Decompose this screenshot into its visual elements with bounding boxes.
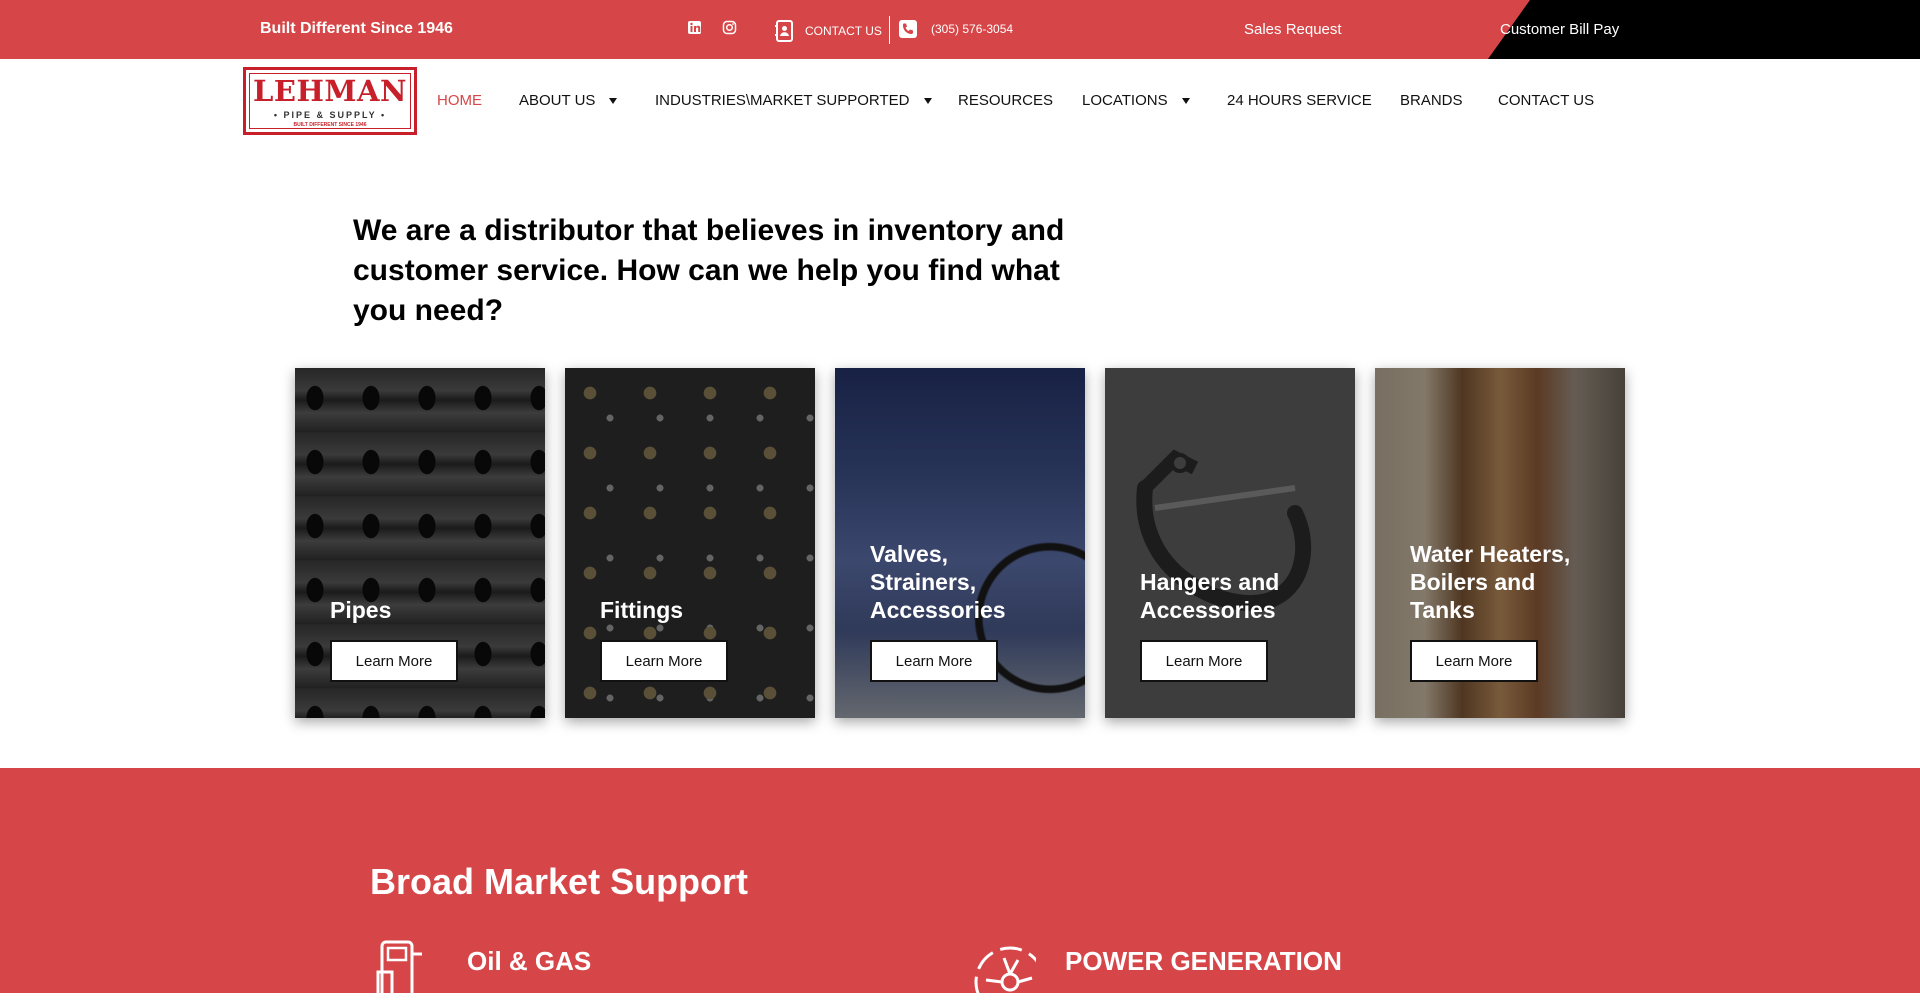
customer-bill-pay-link[interactable]: Customer Bill Pay [1500,21,1619,38]
nav-locations[interactable]: LOCATIONS [1082,92,1190,109]
learn-more-button[interactable]: Learn More [1410,640,1538,682]
category-card-valves[interactable]: Valves, Strainers, Accessories Learn Mor… [835,368,1085,718]
market-support-section: Broad Market Support Oil & GAS POWER GEN… [0,768,1920,1000]
nav-24-hours-label: 24 HOURS SERVICE [1227,92,1372,109]
learn-more-button[interactable]: Learn More [870,640,998,682]
category-card-hangers[interactable]: Hangers and Accessories Learn More [1105,368,1355,718]
market-item-oil-gas[interactable]: Oil & GAS [467,946,591,977]
market-item-power-generation[interactable]: POWER GENERATION [1065,946,1342,977]
nav-resources-label: RESOURCES [958,92,1054,109]
oil-gas-icon [376,940,422,1000]
learn-more-button[interactable]: Learn More [1140,640,1268,682]
market-heading: Broad Market Support [370,861,749,902]
nav-locations-label: LOCATIONS [1082,92,1168,109]
nav-contact-us-label: CONTACT US [1498,92,1595,109]
nav-brands-label: BRANDS [1400,92,1463,109]
nav-about-us[interactable]: ABOUT US [519,92,618,109]
linkedin-icon[interactable] [687,20,705,38]
top-contact-label: CONTACT US [805,24,882,38]
caret-down-icon [923,97,932,104]
category-card-pipes[interactable]: Pipes Learn More [295,368,545,718]
nav-24-hours-service[interactable]: 24 HOURS SERVICE [1227,92,1372,109]
lehman-logo[interactable]: LEHMAN • PIPE & SUPPLY • BUILT DIFFERENT… [243,67,417,135]
learn-more-button[interactable]: Learn More [330,640,458,682]
phone-icon [899,20,917,38]
caret-down-icon [1181,97,1190,104]
logo-subtitle: • PIPE & SUPPLY • [273,110,387,120]
top-phone-link[interactable]: (305) 576-3054 [899,20,1013,38]
nav-home[interactable]: HOME [437,92,482,109]
top-phone-number: (305) 576-3054 [931,22,1014,36]
main-nav: LEHMAN • PIPE & SUPPLY • BUILT DIFFERENT… [0,59,1920,144]
nav-contact-us[interactable]: CONTACT US [1498,92,1594,109]
card-title: Pipes [330,597,392,623]
learn-more-button[interactable]: Learn More [600,640,728,682]
contact-book-icon [775,20,793,42]
nav-industries[interactable]: INDUSTRIES\MARKET SUPPORTED [655,92,932,109]
logo-wordmark: LEHMAN [252,74,407,108]
top-divider [889,16,890,44]
sales-request-link[interactable]: Sales Request [1244,21,1342,38]
card-title: Fittings [600,597,684,623]
card-title: Valves, Strainers, Accessories [870,541,1006,623]
nav-industries-label: INDUSTRIES\MARKET SUPPORTED [655,92,910,109]
caret-down-icon [609,97,618,104]
card-title: Water Heaters, Boilers and Tanks [1410,541,1571,623]
top-bar: Built Different Since 1946 CONTACT US (3… [0,0,1920,59]
category-card-fittings[interactable]: Fittings Learn More [565,368,815,718]
power-generation-icon [974,946,1036,1000]
nav-brands[interactable]: BRANDS [1400,92,1463,109]
top-contact-link[interactable]: CONTACT US [775,20,882,42]
card-title: Hangers and Accessories [1140,569,1280,623]
nav-home-label: HOME [437,92,482,109]
nav-resources[interactable]: RESOURCES [958,92,1053,109]
logo-tagline: BUILT DIFFERENT SINCE 1946 [293,122,367,128]
tagline: Built Different Since 1946 [260,20,453,37]
nav-about-us-label: ABOUT US [519,92,596,109]
category-card-water-heaters[interactable]: Water Heaters, Boilers and Tanks Learn M… [1375,368,1625,718]
hero-heading: We are a distributor that believes in in… [353,214,1065,327]
instagram-icon[interactable] [722,20,740,38]
